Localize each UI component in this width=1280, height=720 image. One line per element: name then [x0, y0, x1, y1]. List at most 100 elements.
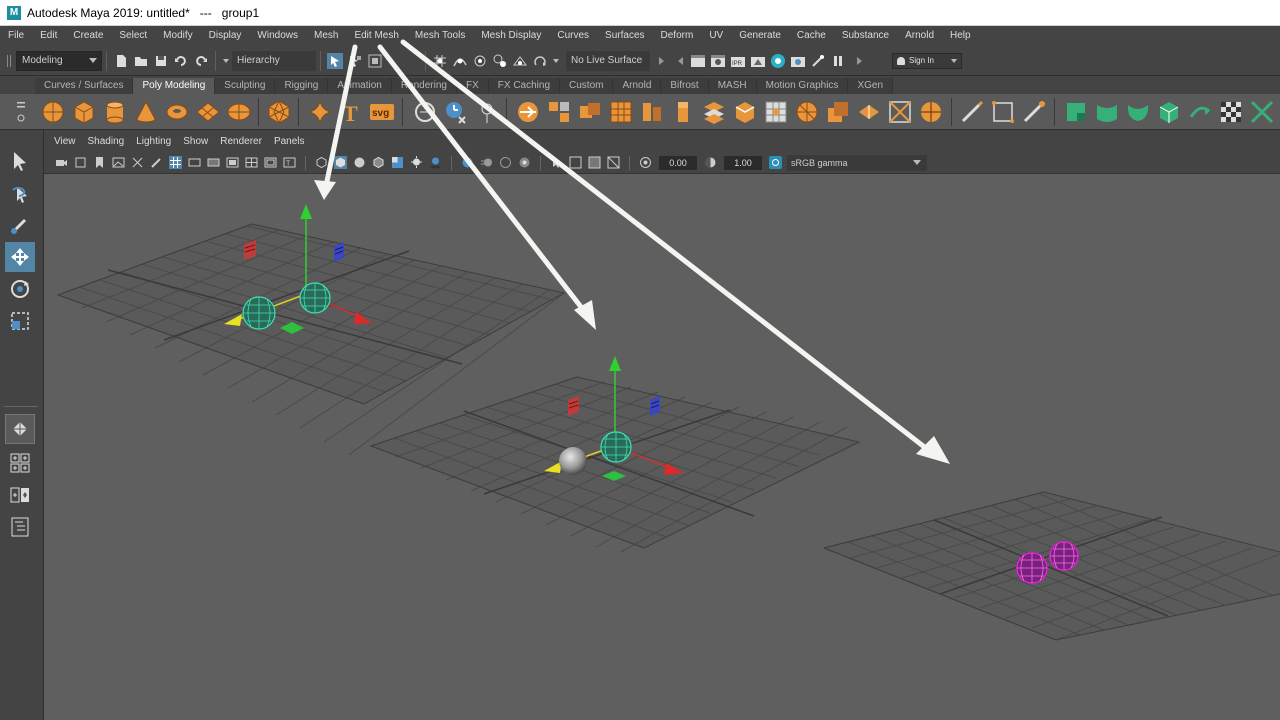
- collapse-render-icon[interactable]: [676, 53, 686, 69]
- edit-edge-flow-icon[interactable]: [959, 99, 985, 125]
- menu-mesh-display[interactable]: Mesh Display: [473, 26, 549, 46]
- tab-curves-surfaces[interactable]: Curves / Surfaces: [35, 78, 134, 94]
- selection-mode-dropdown[interactable]: Hierarchy: [232, 50, 316, 71]
- render-settings-icon[interactable]: [690, 53, 706, 69]
- lasso-tool-icon[interactable]: [5, 178, 35, 208]
- color-space-dropdown[interactable]: sRGB gamma: [787, 154, 927, 171]
- smooth-icon[interactable]: [639, 99, 665, 125]
- menu-cache[interactable]: Cache: [789, 26, 834, 46]
- four-view-layout-icon[interactable]: [5, 448, 35, 478]
- uv-cut-icon[interactable]: [1249, 99, 1275, 125]
- panel-menu-shading[interactable]: Shading: [82, 136, 131, 147]
- snap-to-view-plane-icon[interactable]: [512, 53, 528, 69]
- poly-cylinder-icon[interactable]: [102, 99, 128, 125]
- image-plane-icon[interactable]: [112, 156, 125, 169]
- select-by-component-icon[interactable]: [367, 53, 383, 69]
- selected-sphere-2[interactable]: [299, 282, 331, 314]
- menu-deform[interactable]: Deform: [653, 26, 702, 46]
- tab-bifrost[interactable]: Bifrost: [661, 78, 709, 94]
- wireframe-shading-icon[interactable]: [315, 156, 328, 169]
- gamma-field[interactable]: 1.00: [724, 155, 762, 170]
- platonic-solid-icon[interactable]: [266, 99, 292, 125]
- selection-mode-arrow-icon[interactable]: [222, 53, 230, 69]
- render-current-frame-icon[interactable]: [710, 53, 726, 69]
- target-weld-icon[interactable]: [887, 99, 913, 125]
- bevel-icon[interactable]: [412, 99, 438, 125]
- panel-menu-panels[interactable]: Panels: [268, 136, 311, 147]
- poly-cone-icon[interactable]: [133, 99, 159, 125]
- y-axis-handle[interactable]: [300, 204, 312, 219]
- uv-transfer-icon[interactable]: [1187, 99, 1213, 125]
- undo-icon[interactable]: [173, 53, 189, 69]
- grease-pencil-icon[interactable]: [150, 156, 163, 169]
- menu-create[interactable]: Create: [65, 26, 111, 46]
- screen-space-ao-icon[interactable]: [461, 156, 474, 169]
- menu-mesh[interactable]: Mesh: [306, 26, 346, 46]
- bookmark-icon[interactable]: [93, 156, 106, 169]
- snap-to-projected-center-icon[interactable]: [492, 53, 508, 69]
- isolate-select-icon[interactable]: [550, 156, 563, 169]
- super-shape-icon[interactable]: [307, 99, 333, 125]
- tab-arnold[interactable]: Arnold: [613, 78, 662, 94]
- camera-icon[interactable]: [55, 156, 68, 169]
- anti-aliasing-icon[interactable]: [499, 156, 512, 169]
- append-polygon-icon[interactable]: [825, 99, 851, 125]
- menu-display[interactable]: Display: [201, 26, 250, 46]
- open-scene-icon[interactable]: [133, 53, 149, 69]
- weld-icon[interactable]: [474, 99, 500, 125]
- poke-icon[interactable]: [990, 99, 1016, 125]
- bevel-edge-icon[interactable]: [732, 99, 758, 125]
- default-material-icon[interactable]: [353, 156, 366, 169]
- redo-icon[interactable]: [193, 53, 209, 69]
- merge-icon[interactable]: [856, 99, 882, 125]
- menu-surfaces[interactable]: Surfaces: [597, 26, 652, 46]
- tab-fx-caching[interactable]: FX Caching: [488, 78, 561, 94]
- poly-svg-icon[interactable]: svg: [369, 99, 395, 125]
- tab-sculpting[interactable]: Sculpting: [215, 78, 276, 94]
- select-by-hierarchy-icon[interactable]: [327, 52, 343, 69]
- camera-attributes-icon[interactable]: [74, 156, 87, 169]
- poly-sphere-icon[interactable]: [40, 99, 66, 125]
- menu-file[interactable]: File: [0, 26, 32, 46]
- grey-sphere[interactable]: [559, 447, 587, 475]
- exposure-icon[interactable]: [639, 156, 652, 169]
- shelf-menu-icon[interactable]: [14, 98, 28, 126]
- paint-select-icon[interactable]: [5, 210, 35, 240]
- snap-to-curve-icon[interactable]: [452, 53, 468, 69]
- poly-type-icon[interactable]: T: [338, 99, 364, 126]
- sign-in-button[interactable]: Sign In: [892, 52, 962, 69]
- gamma-icon[interactable]: [704, 156, 717, 169]
- menu-windows[interactable]: Windows: [249, 26, 306, 46]
- persp-outliner-layout-icon[interactable]: [5, 480, 35, 510]
- single-perspective-layout-icon[interactable]: [5, 414, 35, 444]
- render-view-icon[interactable]: [750, 53, 766, 69]
- menu-modify[interactable]: Modify: [155, 26, 200, 46]
- viewport-panel[interactable]: View Shading Lighting Show Renderer Pane…: [44, 130, 1280, 720]
- mirror-icon[interactable]: [608, 99, 634, 125]
- tab-xgen[interactable]: XGen: [848, 78, 894, 94]
- panel-menu-show[interactable]: Show: [177, 136, 214, 147]
- new-scene-icon[interactable]: [113, 53, 129, 69]
- tab-motion-graphics[interactable]: Motion Graphics: [756, 78, 849, 94]
- tab-rigging[interactable]: Rigging: [275, 78, 329, 94]
- depth-of-field-icon[interactable]: [518, 156, 531, 169]
- selected-sphere-1[interactable]: [242, 296, 276, 330]
- wireframe-on-shaded-icon[interactable]: [372, 156, 385, 169]
- menu-help[interactable]: Help: [942, 26, 979, 46]
- grid-toggle-icon[interactable]: [169, 156, 182, 169]
- select-tool-icon[interactable]: [5, 146, 35, 176]
- uv-cylindrical-icon[interactable]: [1094, 99, 1120, 125]
- panel-menu-view[interactable]: View: [48, 136, 82, 147]
- menu-edit-mesh[interactable]: Edit Mesh: [346, 26, 406, 46]
- toggle-light-icon[interactable]: [810, 53, 826, 69]
- make-live-icon[interactable]: [532, 53, 548, 69]
- smooth-shade-icon[interactable]: [334, 156, 347, 169]
- rotate-tool-icon[interactable]: [5, 274, 35, 304]
- pause-icon[interactable]: [830, 53, 846, 69]
- film-gate-icon[interactable]: [188, 156, 201, 169]
- poly-plane-icon[interactable]: [195, 99, 221, 125]
- menuset-dropdown[interactable]: Modeling: [16, 50, 102, 71]
- boolean-union-icon[interactable]: [577, 99, 603, 125]
- bridge-icon[interactable]: [701, 99, 727, 125]
- resolution-gate-icon[interactable]: [207, 156, 220, 169]
